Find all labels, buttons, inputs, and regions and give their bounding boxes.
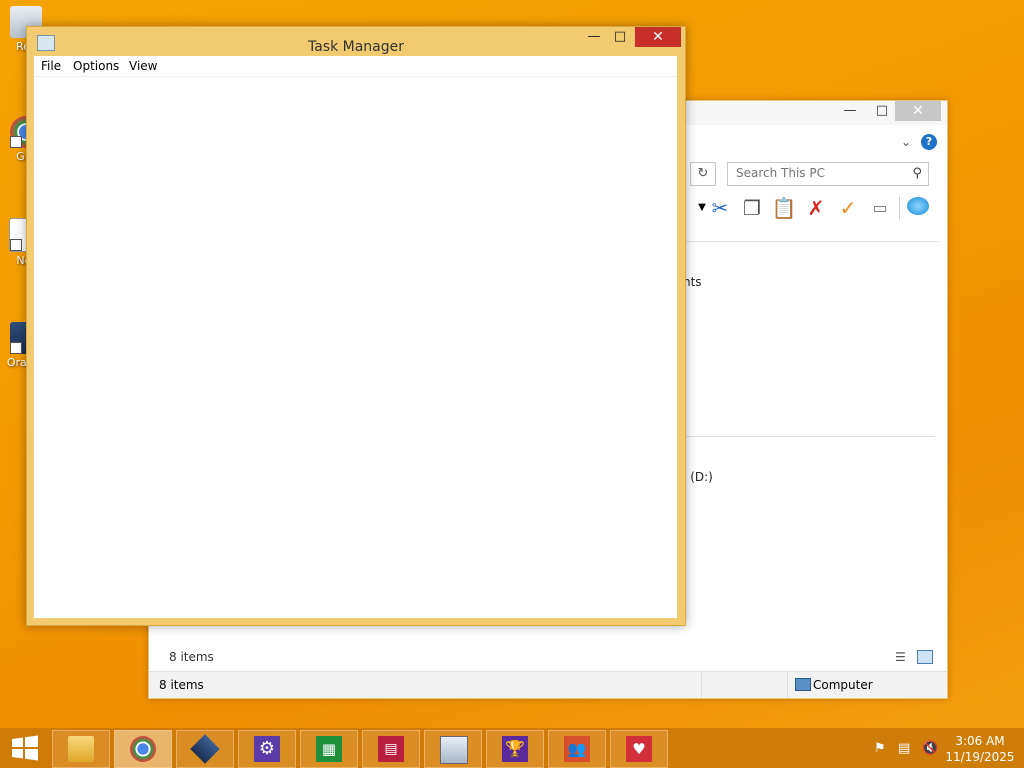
volume-muted-icon[interactable]: 🔇 xyxy=(922,741,938,756)
close-button[interactable]: ✕ xyxy=(635,27,681,47)
file-explorer-icon xyxy=(68,736,94,762)
status-divider xyxy=(701,672,702,698)
taskbar-performance-monitor[interactable] xyxy=(424,730,482,768)
taskbar-virtualbox[interactable] xyxy=(176,730,234,768)
cut-icon[interactable]: ✂ xyxy=(707,195,733,221)
menu-view[interactable]: View xyxy=(129,59,157,73)
news-icon: ▤ xyxy=(378,736,404,762)
close-icon: ✕ xyxy=(652,29,664,45)
start-button[interactable] xyxy=(8,733,42,763)
people-icon: 👥 xyxy=(564,736,590,762)
computer-icon xyxy=(795,678,811,691)
explorer-maximize-button[interactable]: □ xyxy=(867,101,897,121)
action-center-flag-icon[interactable]: ⚑ xyxy=(874,741,886,756)
status-divider xyxy=(787,672,788,698)
network-icon[interactable]: ▤ xyxy=(898,741,910,756)
item-count: 8 items xyxy=(169,650,214,664)
settings-icon: ⚙ xyxy=(254,736,280,762)
health-icon: ♥ xyxy=(626,736,652,762)
large-icons-view-icon[interactable] xyxy=(917,650,933,664)
copy-icon[interactable]: ❐ xyxy=(739,195,765,221)
clock-date: 11/19/2025 xyxy=(945,750,1015,764)
minimize-button[interactable]: — xyxy=(581,27,607,47)
chrome-icon xyxy=(130,736,156,762)
menu-bar: File Options View xyxy=(34,56,677,77)
menu-file[interactable]: File xyxy=(41,59,61,73)
task-manager-content: File Options View xyxy=(34,56,677,618)
taskbar-chrome[interactable] xyxy=(114,730,172,768)
search-input[interactable] xyxy=(728,163,896,183)
taskbar-health[interactable]: ♥ xyxy=(610,730,668,768)
check-icon[interactable]: ✓ xyxy=(835,195,861,221)
explorer-status-bar: 8 items Computer xyxy=(149,671,947,698)
taskbar-people[interactable]: 👥 xyxy=(548,730,606,768)
maximize-button[interactable]: □ xyxy=(607,27,633,47)
section-separator xyxy=(685,436,935,437)
toolbar-divider xyxy=(899,197,900,219)
performance-monitor-icon xyxy=(440,736,468,764)
taskbar-games[interactable]: 🏆 xyxy=(486,730,544,768)
explorer-close-button[interactable]: ✕ xyxy=(895,101,941,121)
search-box[interactable]: ⚲ xyxy=(727,162,929,186)
help-icon[interactable]: ? xyxy=(921,134,937,150)
refresh-button[interactable]: ↻ xyxy=(690,162,716,186)
rename-icon[interactable]: ▭ xyxy=(867,195,893,221)
status-location: Computer xyxy=(813,678,873,692)
taskbar-news[interactable]: ▤ xyxy=(362,730,420,768)
taskbar-store[interactable]: ▦ xyxy=(300,730,358,768)
refresh-icon: ↻ xyxy=(697,166,709,181)
taskbar-file-explorer[interactable] xyxy=(52,730,110,768)
clock[interactable]: 3:06 AM 11/19/2025 xyxy=(940,733,1020,765)
virtualbox-icon xyxy=(190,734,220,764)
trophy-icon: 🏆 xyxy=(502,736,528,762)
menu-options[interactable]: Options xyxy=(73,59,119,73)
paste-icon[interactable]: 📋 xyxy=(771,195,797,221)
ribbon-separator xyxy=(685,241,939,242)
shell-icon[interactable] xyxy=(905,195,931,221)
explorer-minimize-button[interactable]: — xyxy=(835,101,865,121)
search-icon: ⚲ xyxy=(912,166,922,181)
delete-icon[interactable]: ✗ xyxy=(803,195,829,221)
task-manager-window[interactable]: Task Manager — □ ✕ File Options View xyxy=(26,26,686,626)
status-item-count: 8 items xyxy=(159,678,204,692)
ribbon-expand-icon[interactable]: ⌄ xyxy=(901,135,911,149)
clock-time: 3:06 AM xyxy=(955,734,1005,748)
taskbar-settings[interactable]: ⚙ xyxy=(238,730,296,768)
details-view-icon[interactable]: ☰ xyxy=(895,650,906,664)
store-icon: ▦ xyxy=(316,736,342,762)
